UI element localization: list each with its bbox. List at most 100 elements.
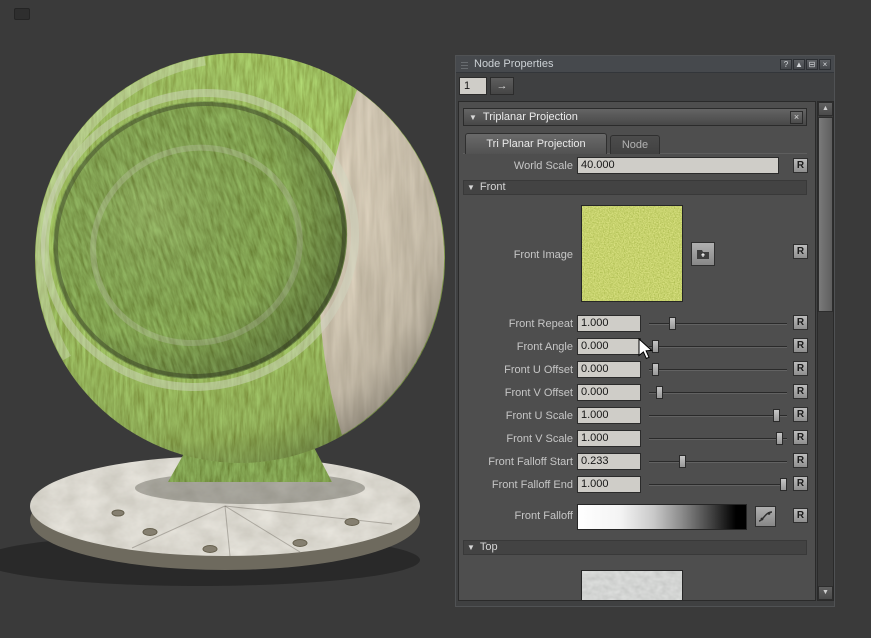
param-label: Front Repeat <box>463 318 573 330</box>
param-value-field[interactable]: 1.000 <box>577 407 641 424</box>
collapse-triangle-icon[interactable]: ▼ <box>467 183 475 192</box>
top-image-thumbnail[interactable] <box>581 570 683 601</box>
param-slider[interactable] <box>649 315 787 332</box>
preview-sphere <box>7 53 445 463</box>
param-value-field[interactable]: 0.000 <box>577 338 641 355</box>
slider-handle[interactable] <box>780 478 787 491</box>
reset-button[interactable]: R <box>793 244 808 259</box>
reset-button[interactable]: R <box>793 338 808 353</box>
param-row-front-angle: Front Angle 0.000 R <box>463 337 809 360</box>
param-slider[interactable] <box>649 453 787 470</box>
slider-track <box>649 484 787 486</box>
param-label: Front Angle <box>463 341 573 353</box>
slider-handle[interactable] <box>652 340 659 353</box>
edit-gradient-button[interactable] <box>755 506 776 527</box>
properties-form: ▼ Triplanar Projection × Tri Planar Proje… <box>458 101 816 601</box>
slider-track <box>649 438 787 440</box>
section-top[interactable]: ▼ Top <box>463 540 807 555</box>
collapse-triangle-icon[interactable]: ▼ <box>467 543 475 552</box>
param-label: Front U Offset <box>463 364 573 376</box>
front-image-thumbnail[interactable] <box>581 205 683 302</box>
form-scrollbar[interactable]: ▲ ▼ <box>817 101 834 601</box>
front-falloff-label: Front Falloff <box>463 510 573 522</box>
param-label: Front V Offset <box>463 387 573 399</box>
node-index-field[interactable]: 1 <box>459 77 487 95</box>
param-row-front-falloff-end: Front Falloff End 1.000 R <box>463 475 809 498</box>
param-slider[interactable] <box>649 384 787 401</box>
reset-button[interactable]: R <box>793 476 808 491</box>
slider-handle[interactable] <box>776 432 783 445</box>
folder-icon <box>696 248 710 261</box>
section-top-label: Top <box>480 541 498 553</box>
select-node-button[interactable]: → <box>490 77 514 95</box>
front-image-label: Front Image <box>463 249 573 261</box>
param-row-front-u-offset: Front U Offset 0.000 R <box>463 360 809 383</box>
node-properties-window: Node Properties ? ▲ ⊟ × 1 → ▼ Triplanar P… <box>455 55 835 607</box>
projection-header[interactable]: ▼ Triplanar Projection × <box>463 108 807 126</box>
slider-track <box>649 346 787 348</box>
world-scale-field[interactable]: 40.000 <box>577 157 779 174</box>
param-row-front-u-scale: Front U Scale 1.000 R <box>463 406 809 429</box>
reset-button[interactable]: R <box>793 453 808 468</box>
slider-track <box>649 369 787 371</box>
param-row-front-falloff-start: Front Falloff Start 0.233 R <box>463 452 809 475</box>
tab-tri-planar-projection[interactable]: Tri Planar Projection <box>465 133 607 154</box>
reset-button[interactable]: R <box>793 361 808 376</box>
param-value-field[interactable]: 0.000 <box>577 384 641 401</box>
help-button[interactable]: ? <box>780 59 792 70</box>
material-preview-ball <box>0 8 460 628</box>
world-scale-label: World Scale <box>463 160 573 172</box>
param-slider[interactable] <box>649 476 787 493</box>
param-value-field[interactable]: 1.000 <box>577 476 641 493</box>
param-value-field[interactable]: 0.000 <box>577 361 641 378</box>
restore-button[interactable]: ⊟ <box>806 59 818 70</box>
preview-viewport[interactable] <box>0 0 460 638</box>
projection-close-button[interactable]: × <box>790 111 803 124</box>
scroll-up-button[interactable]: ▲ <box>818 102 833 116</box>
slider-track <box>649 415 787 417</box>
scroll-down-button[interactable]: ▼ <box>818 586 833 600</box>
param-slider[interactable] <box>649 361 787 378</box>
param-row-front-v-offset: Front V Offset 0.000 R <box>463 383 809 406</box>
titlebar[interactable]: Node Properties ? ▲ ⊟ × <box>456 56 834 73</box>
reset-button[interactable]: R <box>793 430 808 445</box>
param-label: Front Falloff End <box>463 479 573 491</box>
section-front[interactable]: ▼ Front <box>463 180 807 195</box>
param-row-front-v-scale: Front V Scale 1.000 R <box>463 429 809 452</box>
slider-track <box>649 392 787 394</box>
collapse-triangle-icon[interactable]: ▼ <box>469 113 477 122</box>
scrollbar-thumb[interactable] <box>818 117 833 312</box>
close-button[interactable]: × <box>819 59 831 70</box>
param-value-field[interactable]: 1.000 <box>577 430 641 447</box>
reset-button[interactable]: R <box>793 407 808 422</box>
slider-handle[interactable] <box>656 386 663 399</box>
load-image-button[interactable] <box>691 242 715 266</box>
reset-button[interactable]: R <box>793 315 808 330</box>
reset-button[interactable]: R <box>793 384 808 399</box>
slider-handle[interactable] <box>679 455 686 468</box>
slider-handle[interactable] <box>773 409 780 422</box>
param-label: Front V Scale <box>463 433 573 445</box>
param-slider[interactable] <box>649 407 787 424</box>
param-value-field[interactable]: 1.000 <box>577 315 641 332</box>
window-title: Node Properties <box>474 58 554 70</box>
front-falloff-gradient[interactable] <box>577 504 747 530</box>
param-row-front-repeat: Front Repeat 1.000 R <box>463 314 809 337</box>
collapse-up-button[interactable]: ▲ <box>793 59 805 70</box>
projection-header-label: Triplanar Projection <box>483 111 578 123</box>
slider-handle[interactable] <box>669 317 676 330</box>
param-value-field[interactable]: 0.233 <box>577 453 641 470</box>
slider-track <box>649 461 787 463</box>
reset-button[interactable]: R <box>793 508 808 523</box>
reset-button[interactable]: R <box>793 158 808 173</box>
tab-node[interactable]: Node <box>610 135 660 154</box>
param-label: Front U Scale <box>463 410 573 422</box>
curve-icon <box>758 510 773 523</box>
param-slider[interactable] <box>649 430 787 447</box>
section-front-label: Front <box>480 181 506 193</box>
param-slider[interactable] <box>649 338 787 355</box>
slider-handle[interactable] <box>652 363 659 376</box>
grip-icon <box>461 60 468 69</box>
tab-strip: Tri Planar Projection Node <box>463 132 807 154</box>
param-label: Front Falloff Start <box>463 456 573 468</box>
